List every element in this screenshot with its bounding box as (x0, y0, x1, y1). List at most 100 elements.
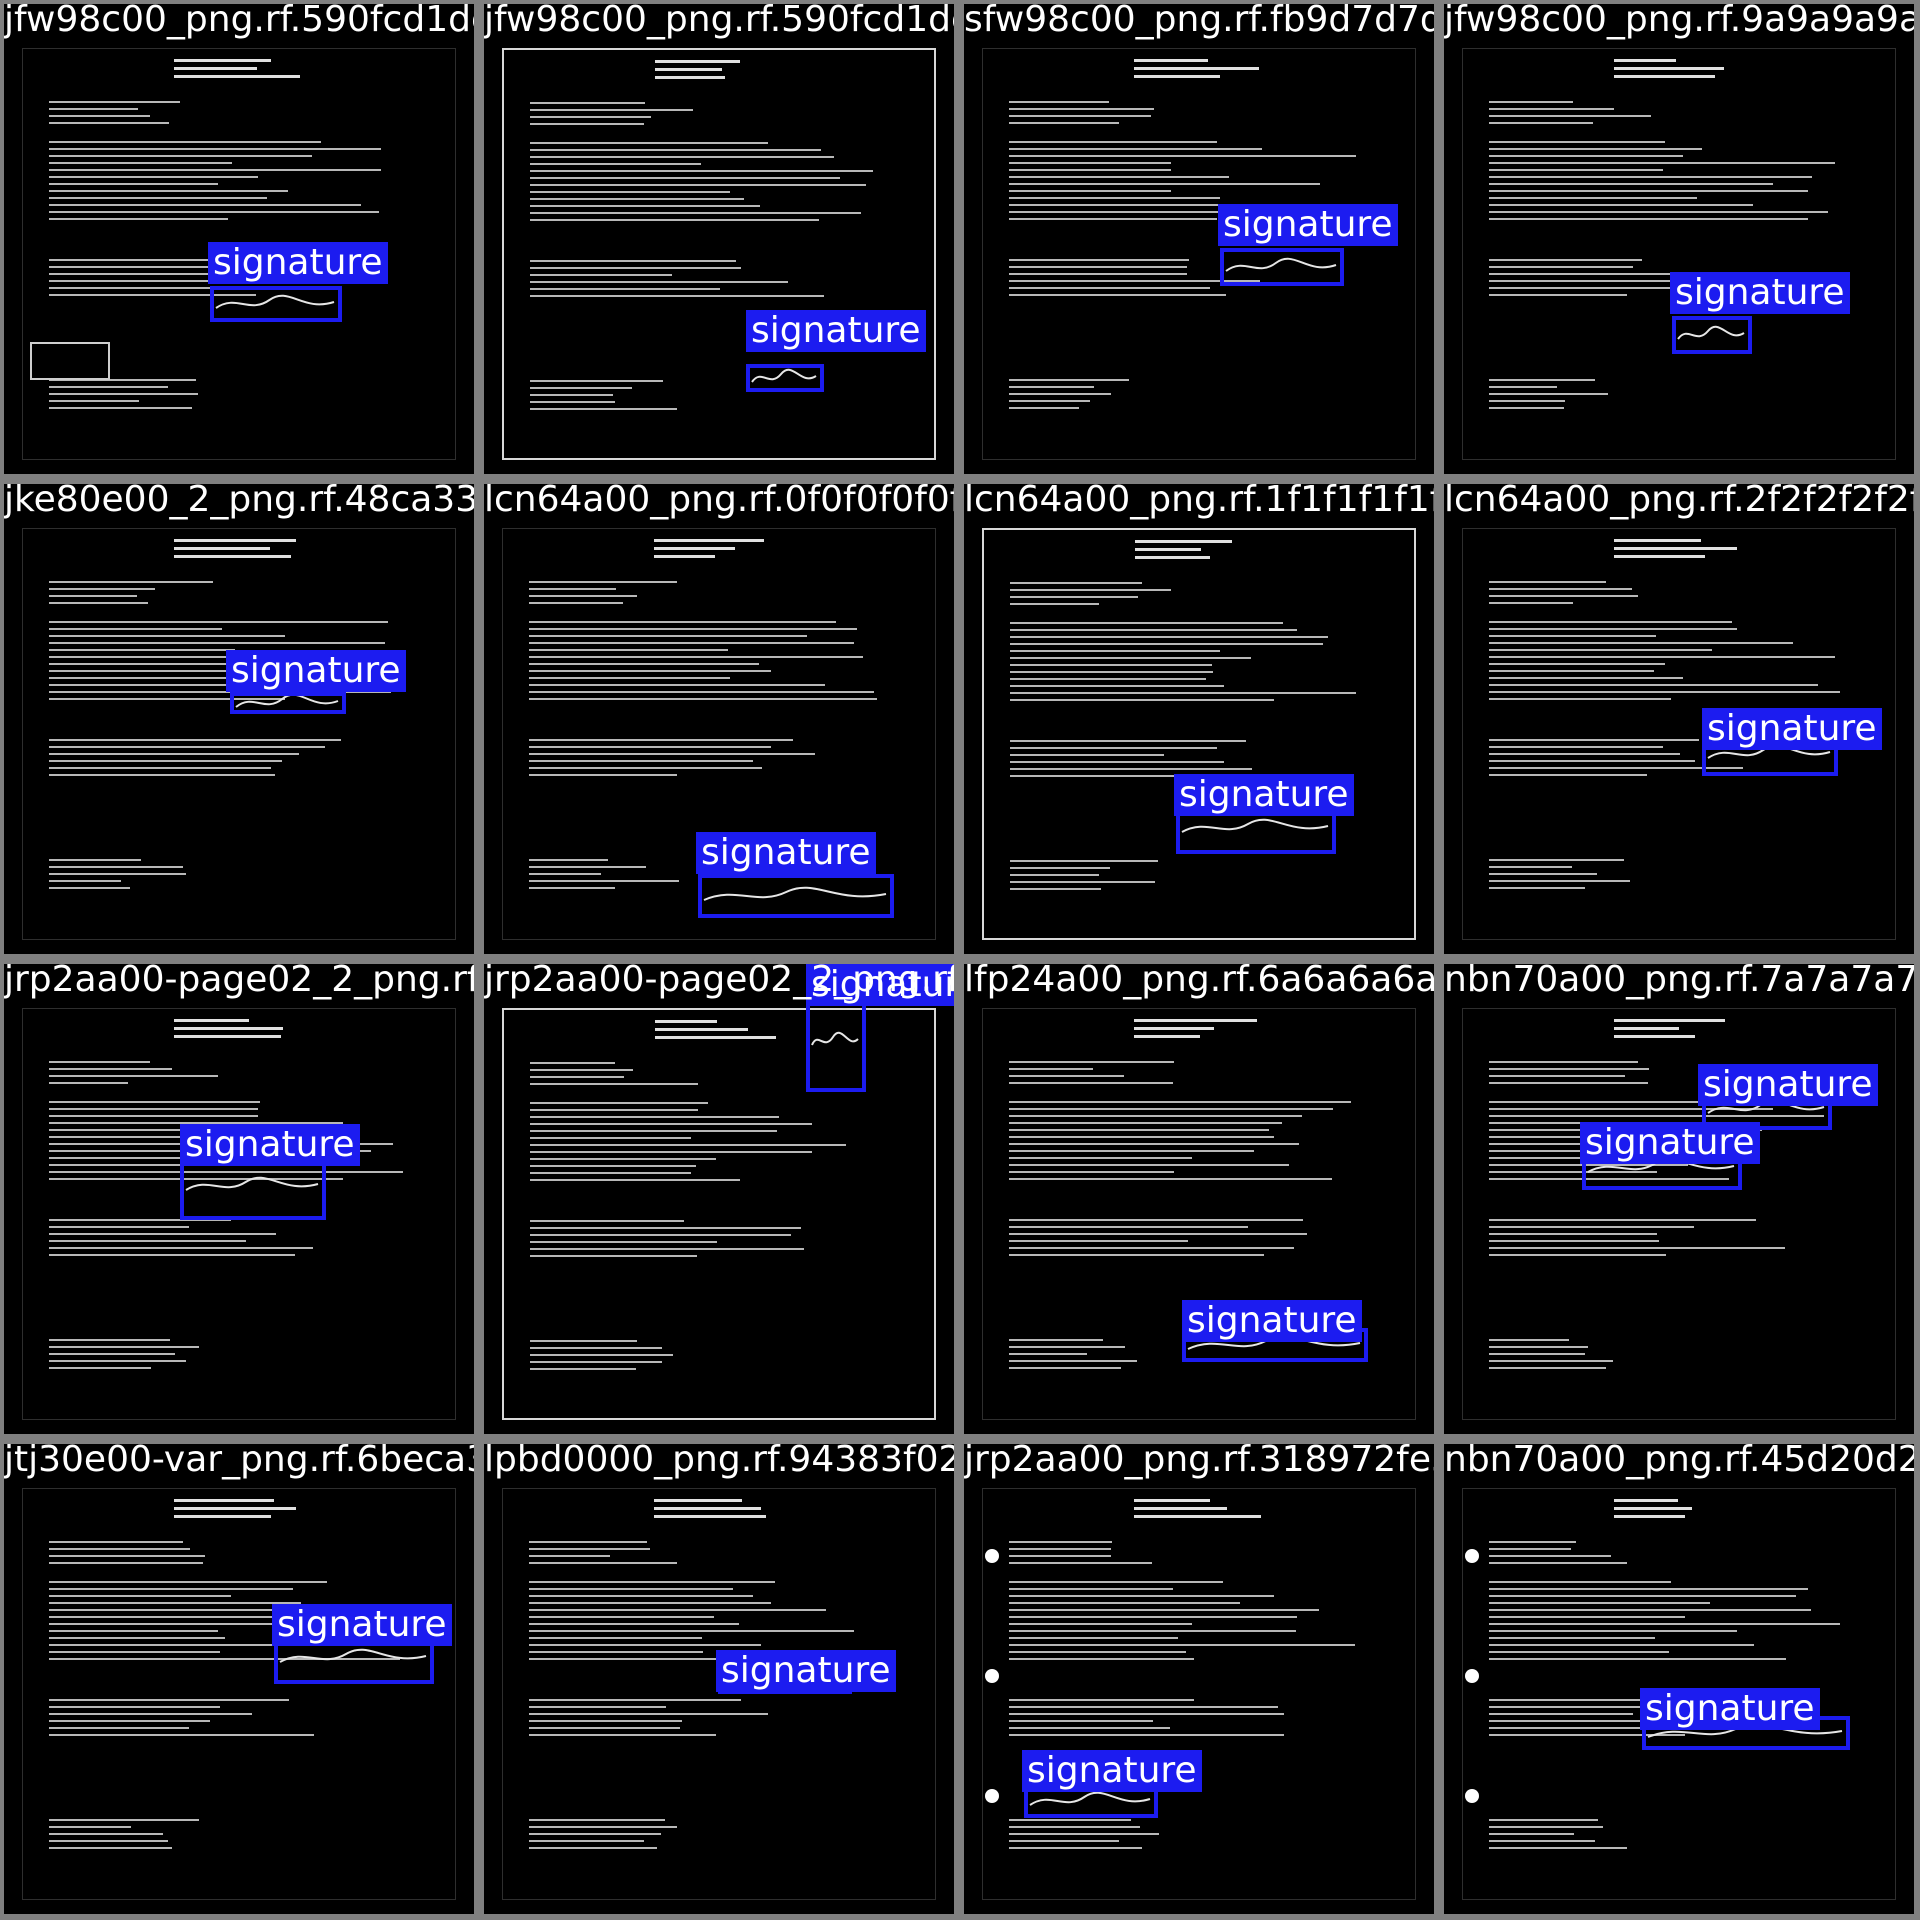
text-line (529, 387, 632, 389)
text-line (529, 1241, 718, 1243)
text-line (1008, 1826, 1140, 1828)
text-line (1008, 1555, 1111, 1557)
text-line (529, 1123, 812, 1125)
text-line (1614, 67, 1725, 70)
text-line (528, 753, 815, 755)
text-line (1008, 1136, 1275, 1138)
signature-label: signature (1670, 272, 1850, 314)
text-line (529, 1062, 616, 1064)
text-line (1488, 148, 1702, 150)
text-line (1009, 636, 1329, 638)
text-line (529, 408, 678, 410)
grid-tile: jfw98c00_png.rf.590fcd1dca3f6d9d0c58e0a8… (4, 4, 474, 474)
text-line (1008, 1706, 1278, 1708)
image-grid: jfw98c00_png.rf.590fcd1dca3f6d9d0c58e0a8… (0, 0, 1920, 1920)
text-line (1614, 1499, 1679, 1502)
text-line (48, 588, 155, 590)
text-line (528, 1630, 855, 1632)
text-line (1134, 67, 1260, 70)
text-line (1488, 1360, 1613, 1362)
text-line (1009, 629, 1297, 631)
text-line (1008, 162, 1171, 164)
text-line (1008, 1367, 1122, 1369)
text-line (529, 191, 730, 193)
text-line (48, 1555, 205, 1557)
tile-title: lcn64a00_png.rf.1f1f1f1f1f1f1f1f1f1f1f1f… (964, 484, 1434, 520)
text-line (48, 880, 121, 882)
text-line (528, 642, 855, 644)
text-line (1488, 859, 1624, 861)
signature-bounding-box (210, 286, 342, 322)
text-line (1008, 1219, 1304, 1221)
text-line (528, 602, 624, 604)
text-line (48, 1367, 151, 1369)
text-line (1008, 400, 1090, 402)
text-line (529, 1144, 846, 1146)
text-line (1008, 108, 1154, 110)
text-line (1488, 670, 1655, 672)
text-line (48, 774, 276, 776)
text-line (1008, 190, 1172, 192)
text-line (1488, 1555, 1612, 1557)
text-line (1488, 218, 1809, 220)
tile-title: jrp2aa00-page02_2_png.rf.4b6c6c6c6c6c6c6… (4, 964, 474, 1000)
text-line (529, 1165, 696, 1167)
text-line (1488, 204, 1753, 206)
text-line (1134, 540, 1233, 543)
text-line (48, 621, 388, 623)
text-line (1009, 888, 1101, 890)
text-line (529, 1354, 673, 1356)
text-line (1488, 656, 1835, 658)
text-line (1009, 664, 1213, 666)
text-line (48, 1595, 231, 1597)
text-line (1008, 169, 1171, 171)
text-line (1008, 1233, 1308, 1235)
signature-label: signature (1580, 1122, 1760, 1164)
text-line (528, 859, 608, 861)
text-line (529, 1172, 691, 1174)
text-line (528, 1847, 657, 1849)
text-line (1009, 603, 1099, 605)
text-line (1614, 1027, 1680, 1030)
text-line (1488, 677, 1683, 679)
text-line (1488, 663, 1666, 665)
text-line (529, 1234, 791, 1236)
text-line (1008, 407, 1080, 409)
text-line (48, 873, 187, 875)
tile-title: jtj30e00-var_png.rf.6beca3ed4e4a4a4a4a4a… (4, 1444, 474, 1480)
text-line (528, 1609, 827, 1611)
text-line (654, 1499, 742, 1502)
text-line (48, 287, 230, 289)
text-line (1008, 1157, 1193, 1159)
text-line (1488, 1219, 1756, 1221)
text-line (1008, 1164, 1290, 1166)
signature-label: signature (1698, 1064, 1878, 1106)
text-line (528, 1651, 703, 1653)
text-line (1008, 1240, 1189, 1242)
text-line (1008, 1699, 1194, 1701)
text-line (48, 400, 139, 402)
text-line (528, 670, 772, 672)
text-line (1488, 211, 1828, 213)
text-line (1008, 183, 1320, 185)
text-line (1488, 1581, 1671, 1583)
text-line (48, 176, 258, 178)
text-line (1008, 1108, 1333, 1110)
grid-tile: jtj30e00-var_png.rf.6beca3ed4e4a4a4a4a4a… (4, 1444, 474, 1914)
text-line (529, 184, 866, 186)
text-line (1488, 760, 1696, 762)
text-line (528, 1699, 742, 1701)
text-line (528, 595, 637, 597)
signature-label: signature (746, 310, 926, 352)
text-line (174, 1035, 281, 1038)
text-line (1488, 1254, 1667, 1256)
text-line (529, 149, 822, 151)
grid-tile: jrp2aa00_png.rf.318972fe5d8d8d8d8d8d8d8d… (964, 1444, 1434, 1914)
text-line (1008, 1254, 1265, 1256)
text-line (48, 101, 180, 103)
text-line (529, 1151, 813, 1153)
text-line (529, 1179, 740, 1181)
text-line (48, 1541, 183, 1543)
text-line (48, 1699, 289, 1701)
text-line (1008, 1623, 1193, 1625)
